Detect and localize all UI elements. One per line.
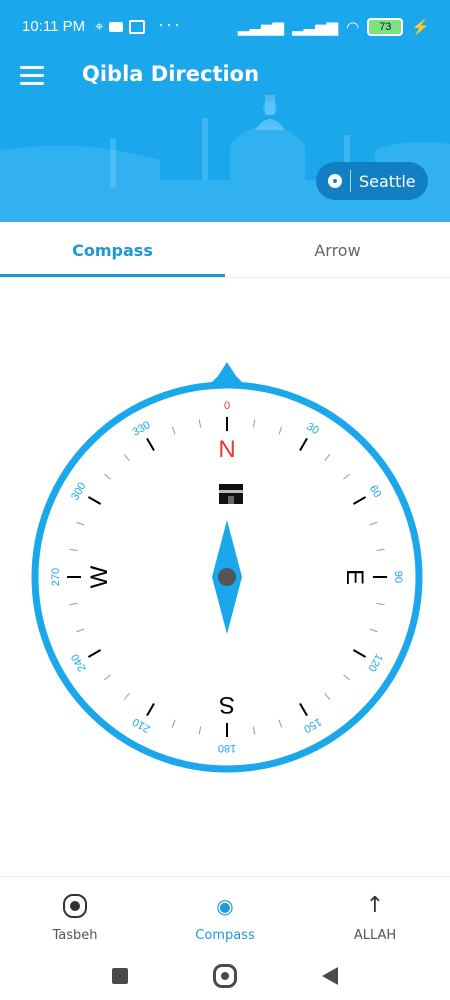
system-navigation xyxy=(0,952,450,1000)
nav-tasbeh[interactable]: Tasbeh xyxy=(0,887,150,949)
cc-icon xyxy=(129,19,146,34)
kaaba-icon xyxy=(219,484,243,504)
compass-cardinal-e: E xyxy=(341,569,368,585)
bottom-navigation: Tasbeh ◉ Compass ↑ ALLAH xyxy=(0,876,450,953)
tabs: Compass Arrow xyxy=(0,222,450,278)
status-time: 10:11 PM xyxy=(22,18,86,35)
tab-compass[interactable]: Compass xyxy=(0,222,225,278)
wifi-status-icon: ◠ xyxy=(346,19,360,36)
home-button[interactable] xyxy=(213,964,237,988)
page-title: Qibla Direction xyxy=(82,62,260,86)
compass-degree-label: 0 xyxy=(224,400,230,412)
signal-icon: ▂▃▅▆ xyxy=(237,19,285,36)
status-left-icons: ⌖ xyxy=(95,18,146,35)
battery-level: 73 xyxy=(379,21,392,33)
compass-cardinal-s: S xyxy=(219,691,235,718)
nav-tasbeh-label: Tasbeh xyxy=(52,927,98,943)
tab-compass-label: Compass xyxy=(72,240,153,260)
map-pin-icon xyxy=(328,174,342,188)
app-header: 10:11 PM ⌖ ··· ▂▃▅▆ ▂▃▅▆ ◠ 73 ⚡ Qibla Di… xyxy=(0,0,450,222)
compass-degree-label: 180 xyxy=(218,742,236,754)
nav-compass[interactable]: ◉ Compass xyxy=(150,887,300,949)
charging-icon: ⚡ xyxy=(411,19,430,36)
tab-arrow-label: Arrow xyxy=(314,240,361,260)
compass-cardinal-n: N xyxy=(218,436,235,463)
tab-arrow[interactable]: Arrow xyxy=(225,222,450,278)
nav-allah[interactable]: ↑ ALLAH xyxy=(300,887,450,949)
compass: 0 30 60 90 120 150 180 210 240 270 300 330 N E S W xyxy=(28,358,426,780)
compass-degree-label: 270 xyxy=(50,568,62,586)
compass-svg: 0306090120150180210240270300330 N E S W xyxy=(31,362,423,773)
location-label: Seattle xyxy=(359,171,416,191)
status-right-icons: ▂▃▅▆ ▂▃▅▆ ◠ 73 ⚡ xyxy=(238,18,430,36)
nav-allah-label: ALLAH xyxy=(353,928,397,943)
recent-apps-button[interactable] xyxy=(112,968,128,984)
compass-cardinal-w: W xyxy=(86,565,113,588)
status-dots: ··· xyxy=(158,14,182,34)
nav-compass-label: Compass xyxy=(195,927,255,943)
youtube-icon xyxy=(109,21,124,32)
location-separator xyxy=(350,170,351,192)
menu-icon[interactable] xyxy=(20,66,44,86)
location-button[interactable]: Seattle xyxy=(316,162,428,200)
needle-center xyxy=(218,568,236,586)
tab-divider xyxy=(0,277,450,278)
back-button[interactable] xyxy=(322,967,338,985)
radio-button-icon xyxy=(63,893,87,918)
wifi-icon: ◉ xyxy=(216,893,234,918)
arrow-up-icon: ↑ xyxy=(365,893,385,918)
battery-icon: 73 xyxy=(367,18,404,36)
compass-degree-label: 90 xyxy=(392,571,404,583)
status-bar: 10:11 PM ⌖ ··· ▂▃▅▆ ▂▃▅▆ ◠ 73 ⚡ xyxy=(0,0,450,56)
location-icon: ⌖ xyxy=(95,18,104,35)
signal-icon-2: ▂▃▅▆ xyxy=(292,19,339,36)
